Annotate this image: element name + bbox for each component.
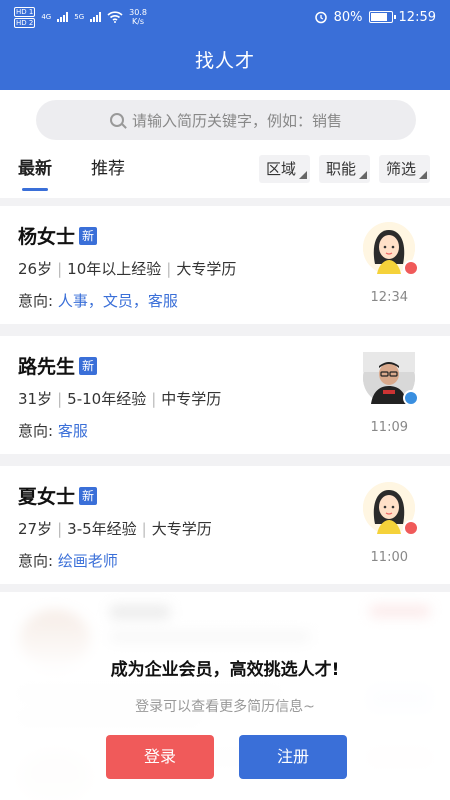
alarm-icon xyxy=(314,11,327,24)
female-avatar-icon xyxy=(363,222,419,276)
candidate-time: 11:00 xyxy=(370,550,408,565)
tab-active-indicator xyxy=(22,188,48,191)
tab-bar: 最新 推荐 区域 职能 筛选 xyxy=(0,150,450,198)
search-placeholder: 请输入简历关键字，例如：销售 xyxy=(131,111,342,130)
new-badge: 新 xyxy=(79,487,98,505)
candidate-intent: 意向: 人事，文员，客服 xyxy=(18,292,178,310)
candidate-time: 11:09 xyxy=(370,420,408,435)
clock: 12:59 xyxy=(398,9,436,25)
top-bar: HD 1 HD 2 4G 5G 30.8 K/s 80% 12:59 找人才 xyxy=(0,0,450,90)
male-photo-avatar-icon xyxy=(363,352,419,406)
net-speed: 30.8 K/s xyxy=(129,8,147,26)
search-section: 请输入简历关键字，例如：销售 xyxy=(0,90,450,150)
battery-icon xyxy=(368,11,396,23)
candidate-name: 夏女士新 xyxy=(18,482,98,509)
hd2-indicator: HD 2 xyxy=(14,17,36,28)
page-title: 找人才 xyxy=(194,50,255,72)
battery-percent: 80% xyxy=(333,9,363,25)
network-label-2: 5G xyxy=(74,13,85,21)
register-button[interactable]: 注册 xyxy=(239,735,347,779)
signal-icon xyxy=(57,12,69,22)
gender-female-icon xyxy=(403,520,419,536)
candidate-card[interactable]: 夏女士新 27岁 | 3-5年经验 | 大专学历 意向: 绘画老师 11:00 xyxy=(0,466,450,584)
signal-icon-2 xyxy=(90,12,102,22)
candidate-info: 31岁 | 5-10年经验 | 中专学历 xyxy=(18,390,222,408)
candidate-name: 路先生新 xyxy=(18,352,98,379)
status-bar: HD 1 HD 2 4G 5G 30.8 K/s 80% 12:59 xyxy=(0,0,450,34)
filter-more[interactable]: 筛选 xyxy=(379,155,431,183)
tab-recommended[interactable]: 推荐 xyxy=(91,154,125,179)
wifi-icon xyxy=(107,11,123,23)
network-label-1: 4G xyxy=(41,13,52,21)
tab-latest[interactable]: 最新 xyxy=(18,154,52,179)
candidate-time: 12:34 xyxy=(370,290,408,305)
filter-function[interactable]: 职能 xyxy=(319,155,371,183)
candidate-info: 26岁 | 10年以上经验 | 大专学历 xyxy=(18,260,237,278)
search-icon xyxy=(109,113,124,127)
login-button[interactable]: 登录 xyxy=(106,735,214,779)
hd1-indicator: HD 1 xyxy=(14,6,36,17)
gender-male-icon xyxy=(403,390,419,406)
promo-title: 成为企业会员，高效挑选人才! xyxy=(110,660,340,680)
candidate-intent: 意向: 绘画老师 xyxy=(18,552,118,570)
candidate-name: 杨女士新 xyxy=(18,222,98,249)
new-badge: 新 xyxy=(79,357,98,375)
gender-female-icon xyxy=(403,260,419,276)
promo-subtitle: 登录可以查看更多简历信息~ xyxy=(135,699,315,715)
candidate-intent: 意向: 客服 xyxy=(18,422,88,440)
search-input[interactable]: 请输入简历关键字，例如：销售 xyxy=(36,100,416,140)
candidate-info: 27岁 | 3-5年经验 | 大专学历 xyxy=(18,520,212,538)
candidate-card[interactable]: 杨女士新 26岁 | 10年以上经验 | 大专学历 意向: 人事，文员，客服 12:34 xyxy=(0,206,450,324)
candidate-card[interactable]: 路先生新 31岁 | 5-10年经验 | 中专学历 意向: 客服 11:09 xyxy=(0,336,450,454)
filter-region[interactable]: 区域 xyxy=(259,155,311,183)
female-avatar-icon xyxy=(363,482,419,536)
new-badge: 新 xyxy=(79,227,98,245)
